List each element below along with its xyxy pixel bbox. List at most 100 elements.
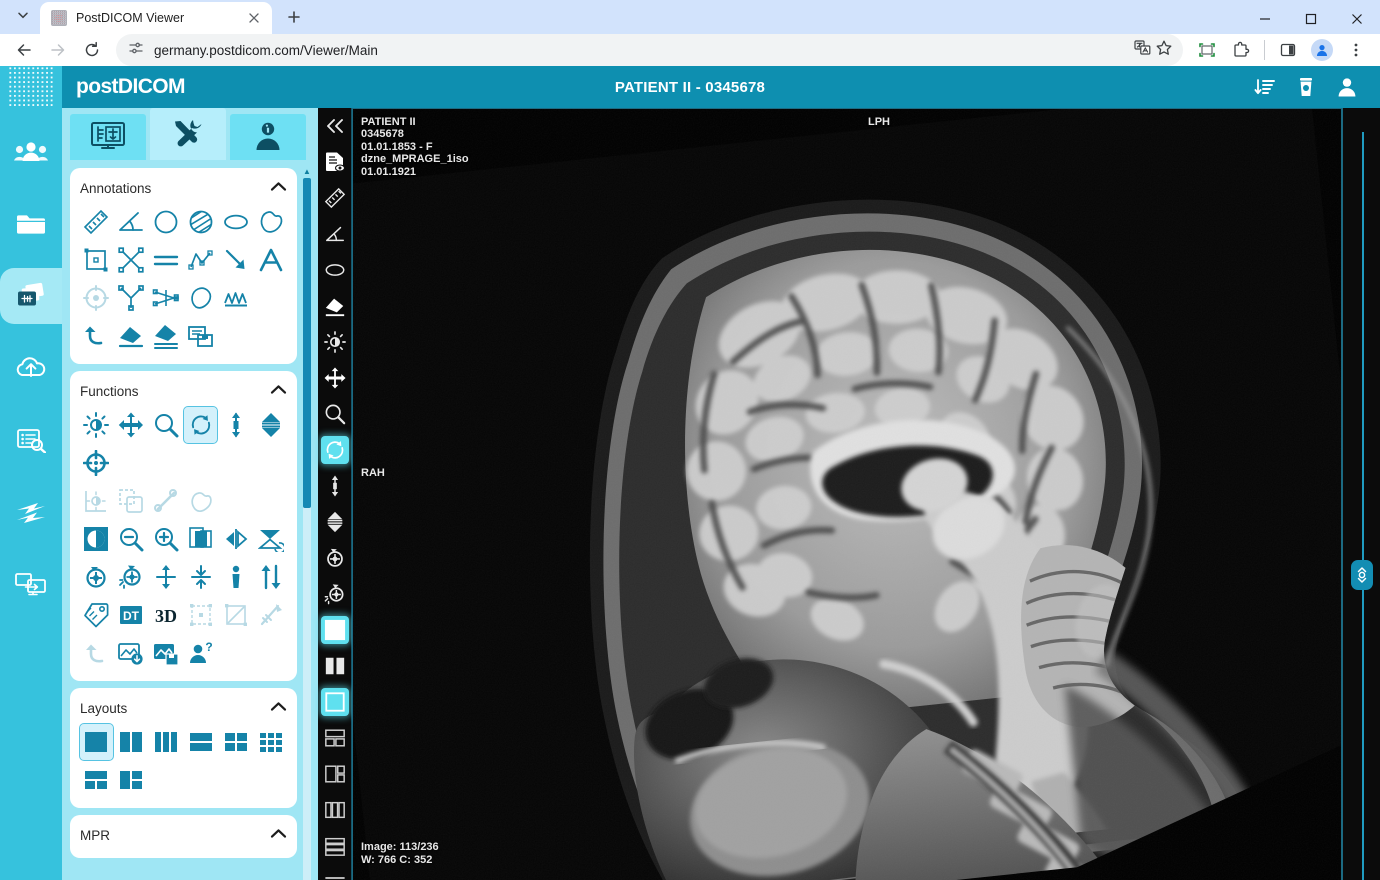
fit-width-icon[interactable] (184, 559, 217, 595)
menu-lines-icon[interactable] (318, 864, 352, 880)
undo-annotation-icon[interactable] (80, 318, 113, 354)
zoom-in-icon[interactable] (150, 521, 183, 557)
forward-arrow-icon[interactable] (42, 34, 74, 66)
sort-descending-icon[interactable] (1254, 76, 1276, 98)
layout-1x1-icon[interactable] (318, 612, 352, 648)
sidebar-scrollbar[interactable]: ▲ ▼ (302, 168, 312, 880)
collapse-panel-icon[interactable] (318, 108, 352, 144)
sidebar-item-transfer[interactable] (0, 484, 62, 540)
report-preview-icon[interactable] (318, 144, 352, 180)
sidebar-item-folders[interactable] (0, 196, 62, 252)
tags-icon[interactable] (80, 597, 113, 633)
browser-tab[interactable]: PostDICOM Viewer (40, 2, 272, 34)
side-panel-icon[interactable] (1272, 34, 1304, 66)
sidebar-item-patients[interactable] (0, 124, 62, 180)
dicom-tags-dt-icon[interactable]: DT (115, 597, 148, 633)
roi-window-icon[interactable] (80, 483, 113, 519)
flip-vertical-icon[interactable] (254, 521, 287, 557)
rotate-right-icon[interactable] (318, 576, 352, 612)
parallel-lines-icon[interactable] (150, 242, 183, 278)
cross-distance-icon[interactable] (115, 242, 148, 278)
layout-1x1-icon[interactable] (80, 724, 113, 760)
slider-track[interactable] (1362, 132, 1364, 880)
chevron-up-icon[interactable] (270, 179, 287, 197)
reload-icon[interactable] (76, 34, 108, 66)
series-1-left-2-right-icon[interactable] (318, 756, 352, 792)
chevron-up-icon[interactable] (270, 699, 287, 717)
rotate-right-icon[interactable] (115, 559, 148, 595)
cine-speed-icon[interactable] (318, 504, 352, 540)
fit-height-icon[interactable] (150, 559, 183, 595)
minimize-button[interactable] (1242, 0, 1288, 38)
clear-box-icon[interactable] (219, 597, 252, 633)
bone-tool-icon[interactable] (150, 483, 183, 519)
key-image-icon[interactable] (254, 597, 287, 633)
panel-layouts-header[interactable]: Layouts (80, 695, 287, 721)
close-window-button[interactable] (1334, 0, 1380, 38)
layout-1-left-2-right-icon[interactable] (115, 762, 148, 798)
pan-icon[interactable] (318, 360, 352, 396)
organ-segment-icon[interactable] (184, 483, 217, 519)
reset-icon[interactable] (80, 635, 113, 671)
target-point-icon[interactable] (80, 280, 113, 316)
erase-all-icon[interactable] (150, 318, 183, 354)
series-1x3-icon[interactable] (318, 792, 352, 828)
zoom-icon[interactable] (318, 396, 352, 432)
spine-angle-icon[interactable] (150, 280, 183, 316)
hatched-circle-icon[interactable] (184, 204, 217, 240)
layout-3x3-icon[interactable] (254, 724, 287, 760)
erase-one-icon[interactable] (115, 318, 148, 354)
close-tab-icon[interactable] (244, 8, 264, 28)
zoom-icon[interactable] (150, 407, 183, 443)
trash-icon[interactable] (1296, 76, 1316, 98)
panel-mpr-header[interactable]: MPR (80, 822, 287, 848)
chevron-up-icon[interactable] (270, 382, 287, 400)
tab-viewer[interactable] (70, 114, 146, 160)
series-1x1-icon[interactable] (318, 684, 352, 720)
panel-annotations-header[interactable]: Annotations (80, 175, 287, 201)
profile-avatar[interactable] (1306, 34, 1338, 66)
arrow-icon[interactable] (219, 242, 252, 278)
freehand-roi-icon[interactable] (254, 204, 287, 240)
series-3-rows-icon[interactable] (318, 828, 352, 864)
save-image-icon[interactable] (150, 635, 183, 671)
rotate-left-icon[interactable] (318, 540, 352, 576)
stack-scroll-icon[interactable] (318, 468, 352, 504)
layout-2x1-icon[interactable] (184, 724, 217, 760)
split-compare-icon[interactable] (184, 521, 217, 557)
tab-search-chevron-icon[interactable] (6, 0, 40, 30)
extensions-icon[interactable] (1225, 34, 1257, 66)
crosshair-icon[interactable] (80, 445, 113, 481)
fit-person-icon[interactable] (219, 559, 252, 595)
dicom-image[interactable] (353, 109, 1341, 880)
translate-icon[interactable] (1134, 39, 1151, 61)
rotate-left-icon[interactable] (80, 559, 113, 595)
layout-1x2-icon[interactable] (115, 724, 148, 760)
ruler-icon[interactable] (80, 204, 113, 240)
new-tab-button[interactable] (280, 3, 308, 31)
scroll-up-arrow-icon[interactable]: ▲ (303, 168, 311, 176)
screen-capture-icon[interactable] (1191, 34, 1223, 66)
ellipse-icon[interactable] (318, 252, 352, 288)
cobb-angle-icon[interactable] (115, 280, 148, 316)
pan-icon[interactable] (115, 407, 148, 443)
scroll-thumb[interactable] (303, 178, 311, 508)
polyline-icon[interactable] (184, 242, 217, 278)
maximize-button[interactable] (1288, 0, 1334, 38)
patient-query-icon[interactable]: ? (184, 635, 217, 671)
sidebar-item-screen-share[interactable] (0, 556, 62, 612)
sidebar-item-worklist[interactable] (0, 412, 62, 468)
text-annotation-icon[interactable] (254, 242, 287, 278)
layout-1x3-icon[interactable] (150, 724, 183, 760)
invert-icon[interactable] (80, 521, 113, 557)
scroll-loop-icon[interactable] (318, 432, 352, 468)
eraser-icon[interactable] (318, 288, 352, 324)
tab-tools[interactable] (150, 108, 226, 160)
closed-freehand-icon[interactable] (184, 280, 217, 316)
stack-scroll-icon[interactable] (219, 407, 252, 443)
layout-1-top-2-bottom-icon[interactable] (80, 762, 113, 798)
series-1-top-2-bottom-icon[interactable] (318, 720, 352, 756)
panel-functions-header[interactable]: Functions (80, 378, 287, 404)
rectangle-roi-icon[interactable] (80, 242, 113, 278)
three-d-icon[interactable]: 3D (150, 597, 183, 633)
